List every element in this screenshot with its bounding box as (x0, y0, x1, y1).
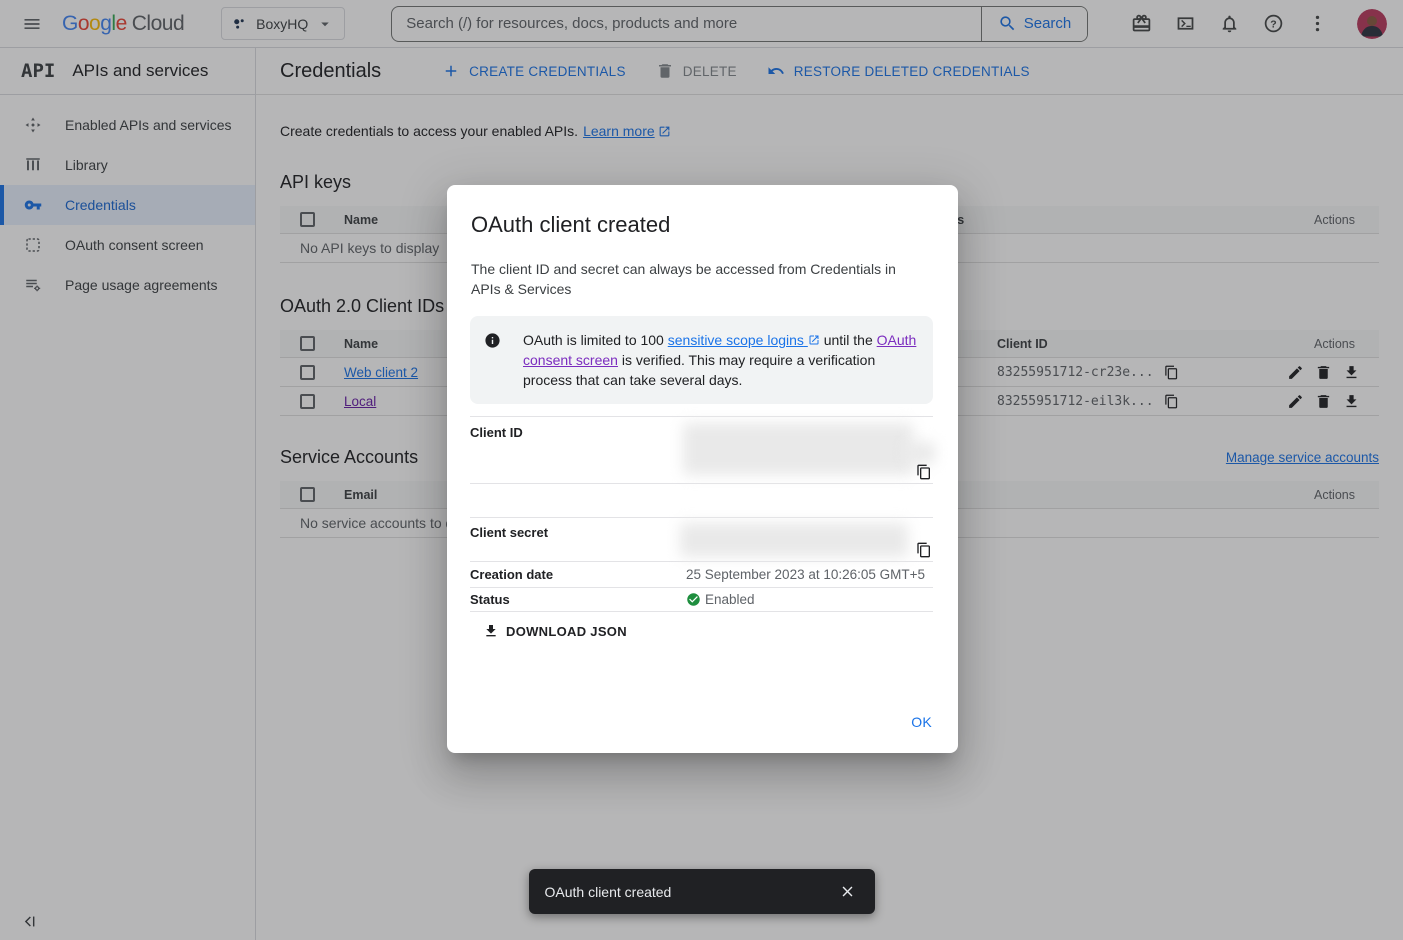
external-link-icon (808, 334, 820, 346)
client-secret-row: Client secret (470, 517, 933, 562)
download-icon (483, 623, 499, 639)
sensitive-scope-logins-link[interactable]: sensitive scope logins (668, 332, 820, 348)
status-value: Enabled (705, 592, 755, 607)
creation-date-row: Creation date 25 September 2023 at 10:26… (470, 562, 933, 588)
close-icon[interactable] (831, 875, 865, 909)
dialog-title: OAuth client created (471, 212, 934, 238)
dialog-subtitle: The client ID and secret can always be a… (471, 259, 921, 299)
oauth-limit-notice: OAuth is limited to 100 sensitive scope … (470, 316, 933, 404)
copy-icon[interactable] (916, 542, 932, 558)
status-row: Status Enabled (470, 588, 933, 612)
creation-date-value: 25 September 2023 at 10:26:05 GMT+5 (686, 567, 925, 582)
client-id-redacted (905, 442, 935, 464)
download-json-button[interactable]: DOWNLOAD JSON (483, 623, 627, 639)
toast-message: OAuth client created (545, 884, 831, 900)
ok-button[interactable]: OK (911, 714, 932, 730)
client-id-redacted (683, 423, 913, 475)
status-label: Status (470, 592, 686, 607)
toast-notification: OAuth client created (529, 869, 875, 914)
copy-icon[interactable] (916, 464, 932, 480)
client-secret-label: Client secret (470, 525, 686, 561)
check-circle-icon (686, 592, 701, 607)
client-secret-redacted (680, 523, 908, 557)
client-id-row: Client ID (470, 416, 933, 484)
oauth-client-created-dialog: OAuth client created The client ID and s… (447, 185, 958, 753)
client-id-label: Client ID (470, 425, 686, 483)
creation-date-label: Creation date (470, 567, 686, 582)
info-icon (484, 332, 501, 349)
